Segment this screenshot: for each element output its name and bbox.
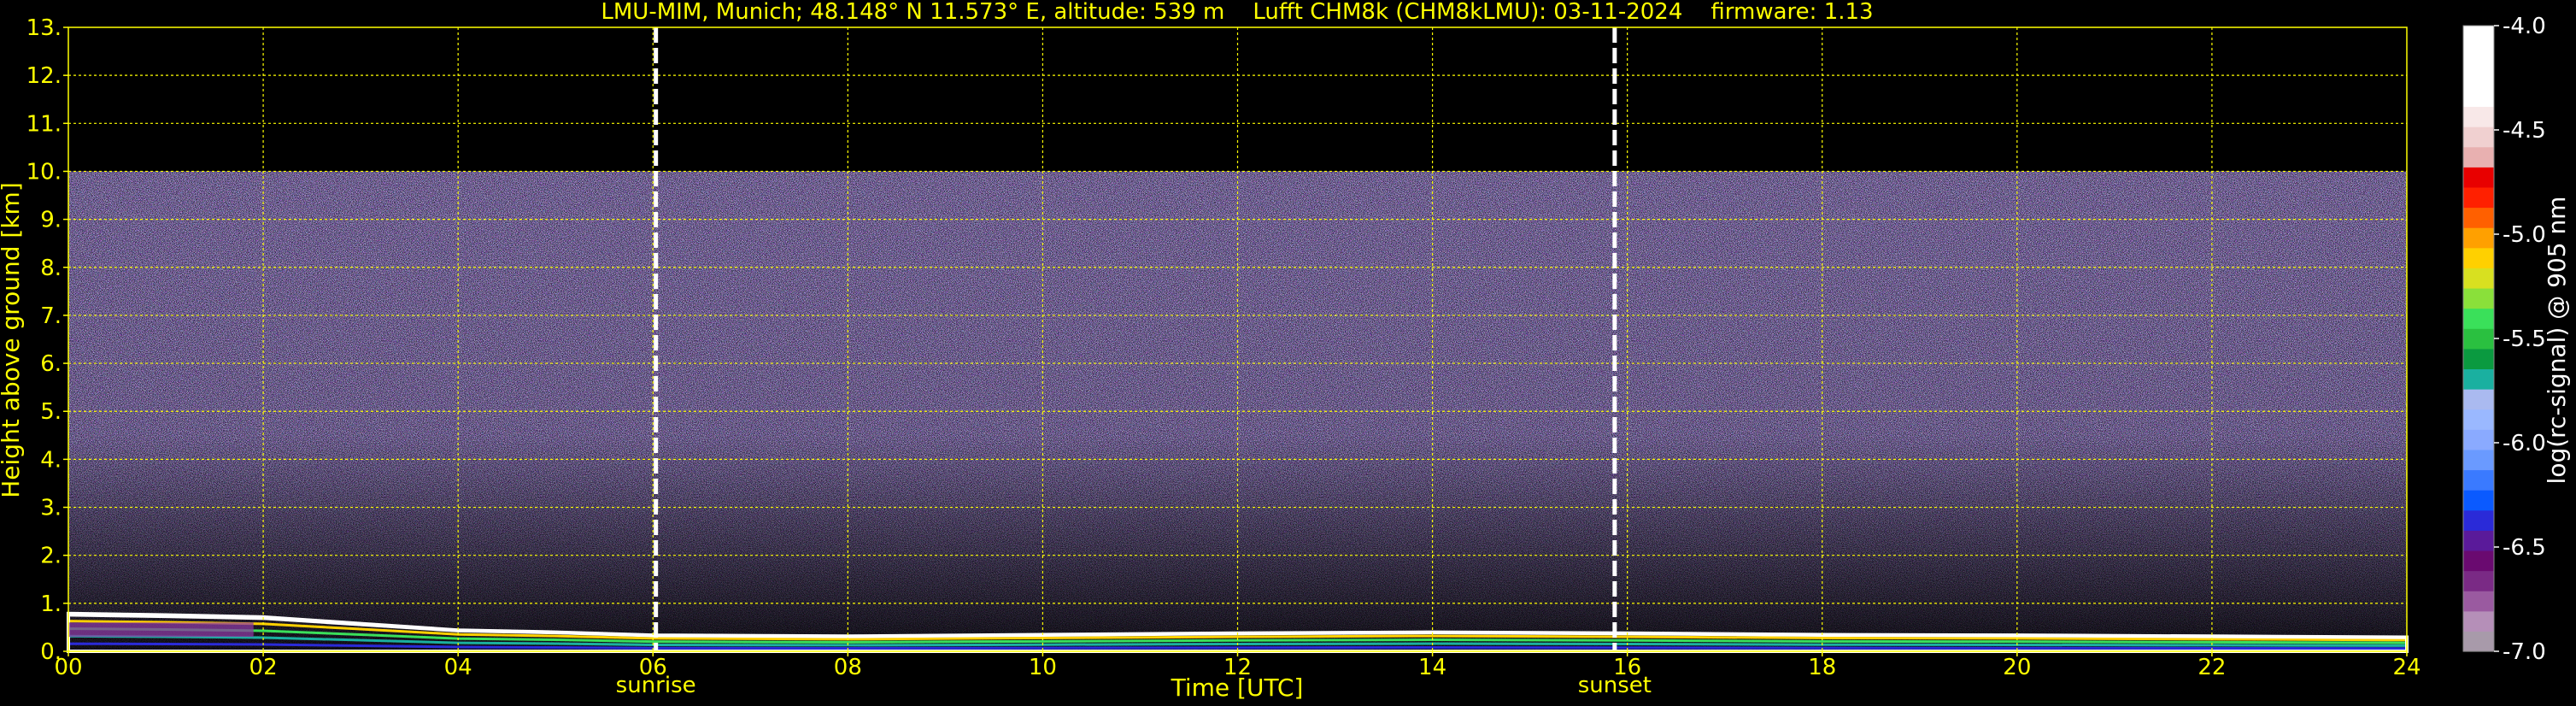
colorbar-segment	[2463, 530, 2494, 551]
colorbar-segment	[2463, 186, 2494, 209]
y-tick-label: 6.	[40, 351, 62, 377]
x-tick-label: 24	[2392, 655, 2421, 680]
colorbar-segment	[2463, 610, 2494, 632]
colorbar-tick-label: -4.5	[2503, 118, 2546, 144]
x-tick-label: 10	[1029, 655, 1057, 680]
colorbar-segment	[2463, 429, 2494, 450]
colorbar-tick-label: -6.0	[2503, 431, 2546, 456]
colorbar-tick-label: -5.0	[2503, 222, 2546, 248]
y-tick-label: 7.	[40, 303, 62, 329]
colorbar-tick-label: -6.5	[2503, 535, 2546, 561]
colorbar-segment	[2463, 126, 2494, 148]
x-tick-label: 22	[2198, 655, 2226, 680]
colorbar-segment	[2463, 469, 2494, 491]
colorbar-label: log(rc-signal) @ 905 nm	[2543, 197, 2571, 485]
colorbar-segment	[2463, 66, 2494, 87]
colorbar-segment	[2463, 106, 2494, 127]
colorbar-segment	[2463, 146, 2494, 168]
colorbar-segment	[2463, 348, 2494, 370]
colorbar-segment	[2463, 591, 2494, 612]
y-axis-label: Height above ground [km]	[0, 182, 25, 498]
colorbar-segment	[2463, 167, 2494, 188]
y-tick-label: 4.	[40, 447, 62, 473]
y-tick-label: 8.	[40, 256, 62, 281]
colorbar-segment	[2463, 227, 2494, 249]
colorbar-segment	[2463, 45, 2494, 67]
colorbar-segment	[2463, 570, 2494, 591]
colorbar-tick-label: -5.5	[2503, 327, 2546, 352]
ceilometer-chart: sunrise sunset 00 02 04 06 08 10 12 14 16 18 20 22 24…	[0, 0, 2576, 706]
x-tick-label: 08	[834, 655, 862, 680]
colorbar-segment	[2463, 328, 2494, 350]
colorbar-segment	[2463, 509, 2494, 531]
colorbar-segment	[2463, 490, 2494, 511]
x-tick-label: 06	[639, 655, 667, 680]
y-tick-label: 12.	[26, 63, 62, 89]
colorbar-segment	[2463, 449, 2494, 471]
colorbar-segment	[2463, 308, 2494, 329]
x-tick-label: 20	[2003, 655, 2031, 680]
colorbar-tick-label: -4.0	[2503, 14, 2546, 39]
colorbar-segment	[2463, 631, 2494, 652]
colorbar-segment	[2463, 247, 2494, 268]
colorbar-segment	[2463, 287, 2494, 309]
aerosol-layer	[68, 622, 254, 638]
x-tick-label: 04	[444, 655, 472, 680]
colorbar-segment	[2463, 268, 2494, 289]
x-tick-label: 02	[249, 655, 278, 680]
y-tick-label: 3.	[40, 496, 62, 521]
colorbar-segment	[2463, 207, 2494, 228]
y-tick-label: 1.	[40, 591, 62, 617]
y-tick-label: 0.	[40, 639, 62, 665]
x-tick-label: 18	[1808, 655, 1836, 680]
colorbar-segment	[2463, 368, 2494, 390]
colorbar-segment	[2463, 26, 2494, 47]
chart-title: LMU-MIM, Munich; 48.148° N 11.573° E, al…	[601, 0, 1873, 25]
y-tick-label: 10.	[26, 159, 62, 185]
y-tick-label: 5.	[40, 399, 62, 425]
colorbar-tick-label: -7.0	[2503, 639, 2546, 665]
x-axis-label: Time [UTC]	[1171, 674, 1304, 702]
colorbar-segment	[2463, 85, 2494, 108]
y-tick-label: 11.	[26, 111, 62, 137]
x-tick-label: 14	[1418, 655, 1446, 680]
colorbar-segment	[2463, 550, 2494, 572]
y-tick-label: 2.	[40, 544, 62, 569]
y-tick-label: 9.	[40, 208, 62, 233]
colorbar-segment	[2463, 409, 2494, 430]
colorbar-segment	[2463, 389, 2494, 410]
y-tick-label: 13.	[26, 15, 62, 41]
x-tick-label: 16	[1613, 655, 1641, 680]
